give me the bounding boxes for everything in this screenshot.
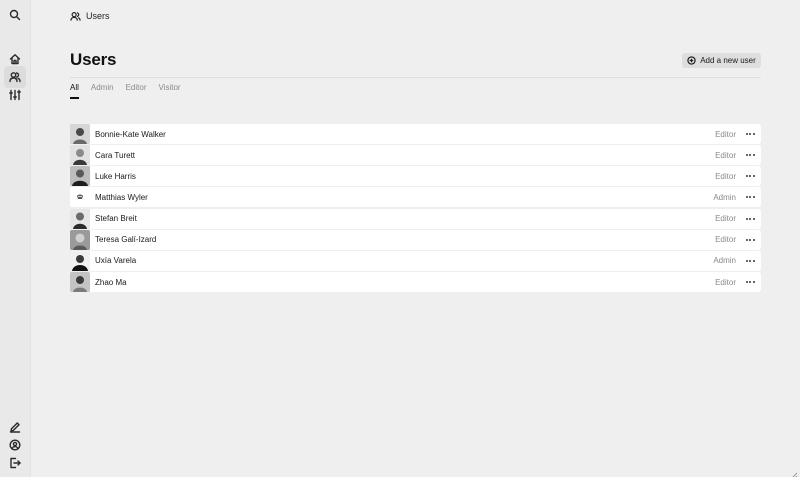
search-button[interactable] [4, 4, 26, 26]
user-role: Editor [715, 171, 736, 181]
more-options-button[interactable] [744, 277, 756, 287]
user-role: Editor [715, 235, 736, 245]
user-name: Cara Turett [95, 150, 136, 160]
user-name: Matthias Wyler [95, 192, 148, 202]
breadcrumb: Users [70, 9, 110, 23]
sidebar [0, 0, 31, 477]
home-icon [9, 54, 21, 65]
user-role: Editor [715, 150, 736, 160]
breadcrumb-label[interactable]: Users [86, 11, 110, 21]
user-role: Admin [713, 256, 736, 266]
user-name: Luke Harris [95, 171, 136, 181]
more-options-button[interactable] [744, 150, 756, 160]
users-icon [70, 11, 81, 21]
sidebar-item-settings[interactable] [4, 84, 26, 106]
user-name: Stefan Breit [95, 214, 137, 224]
add-user-button-label: Add a new user [700, 56, 756, 65]
avatar [70, 166, 90, 187]
resize-handle-icon[interactable] [790, 467, 798, 477]
tab-all[interactable]: All [70, 83, 79, 99]
sliders-icon [9, 89, 21, 101]
table-row[interactable]: Luke Harris Editor [70, 166, 761, 187]
more-options-button[interactable] [744, 171, 756, 181]
logout-icon [10, 457, 21, 469]
avatar [70, 208, 90, 229]
add-user-button[interactable]: Add a new user [682, 53, 761, 68]
sidebar-item-logout[interactable] [4, 452, 26, 474]
table-row[interactable]: Zhao Ma Editor [70, 272, 761, 293]
avatar [70, 145, 90, 166]
edit-icon [9, 422, 21, 433]
avatar [70, 229, 90, 250]
avatar [70, 187, 90, 208]
tab-visitor[interactable]: Visitor [158, 83, 180, 99]
user-name: Teresa Galí-Izard [95, 235, 157, 245]
user-role: Editor [715, 214, 736, 224]
users-icon [9, 72, 21, 83]
user-role: Editor [715, 129, 736, 139]
table-row[interactable]: Bonnie-Kate Walker Editor [70, 124, 761, 144]
avatar [70, 250, 90, 271]
user-role: Admin [713, 192, 736, 202]
tab-editor[interactable]: Editor [126, 83, 147, 99]
account-icon [9, 439, 21, 451]
user-role: Editor [715, 277, 736, 287]
divider [70, 77, 761, 78]
avatar [70, 124, 90, 144]
more-options-button[interactable] [744, 256, 756, 266]
plus-circle-icon [687, 56, 696, 65]
role-tabs: All Admin Editor Visitor [70, 83, 181, 99]
table-row[interactable]: Uxía Varela Admin [70, 250, 761, 271]
user-name: Zhao Ma [95, 277, 127, 287]
more-options-button[interactable] [744, 192, 756, 202]
more-options-button[interactable] [744, 214, 756, 224]
avatar [70, 272, 90, 293]
page-title: Users [70, 50, 117, 69]
search-icon [9, 9, 21, 21]
user-name: Bonnie-Kate Walker [95, 129, 166, 139]
table-row[interactable]: Cara Turett Editor [70, 145, 761, 166]
more-options-button[interactable] [744, 235, 756, 245]
user-name: Uxía Varela [95, 256, 137, 266]
more-options-button[interactable] [744, 129, 756, 139]
tab-admin[interactable]: Admin [91, 83, 114, 99]
table-row[interactable]: Teresa Galí-Izard Editor [70, 229, 761, 250]
table-row[interactable]: Matthias Wyler Admin [70, 187, 761, 208]
table-row[interactable]: Stefan Breit Editor [70, 208, 761, 229]
user-list: Bonnie-Kate Walker Editor Cara Turett Ed… [70, 124, 761, 293]
